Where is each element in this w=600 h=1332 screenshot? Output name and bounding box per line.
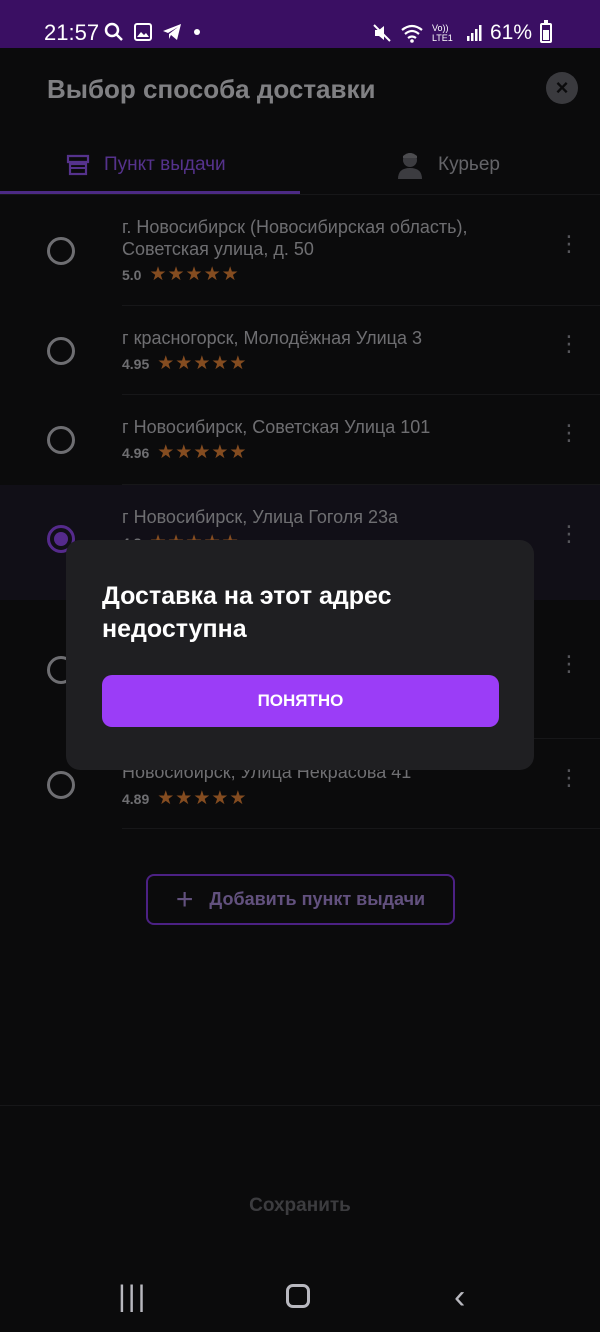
dialog-ok-button[interactable]: ПОНЯТНО	[102, 675, 499, 727]
status-time: 21:57	[44, 20, 100, 45]
telegram-icon	[163, 24, 181, 40]
search-icon	[104, 22, 123, 41]
back-icon[interactable]: ‹	[454, 1280, 465, 1314]
status-bar: 21:57 Vo)) LTE1 61%	[0, 0, 600, 48]
battery-icon	[540, 20, 552, 43]
unavailable-delivery-dialog: Доставка на этот адрес недоступна ПОНЯТН…	[66, 540, 534, 770]
system-nav-bar: ||| ‹	[0, 1254, 600, 1332]
recent-apps-icon[interactable]: |||	[118, 1282, 147, 1312]
mute-icon	[373, 24, 391, 42]
status-left-icons	[104, 22, 202, 42]
battery-level	[543, 30, 549, 40]
battery-percent: 61%	[489, 21, 532, 44]
status-right-icons: Vo)) LTE1 61%	[372, 20, 552, 46]
dot-icon	[194, 29, 200, 35]
network-label: Vo)) LTE1	[431, 23, 453, 43]
image-icon	[134, 23, 152, 41]
home-icon[interactable]	[286, 1284, 310, 1308]
dialog-title: Доставка на этот адрес недоступна	[102, 582, 392, 643]
signal-icon	[466, 25, 482, 41]
wifi-icon	[401, 24, 423, 43]
